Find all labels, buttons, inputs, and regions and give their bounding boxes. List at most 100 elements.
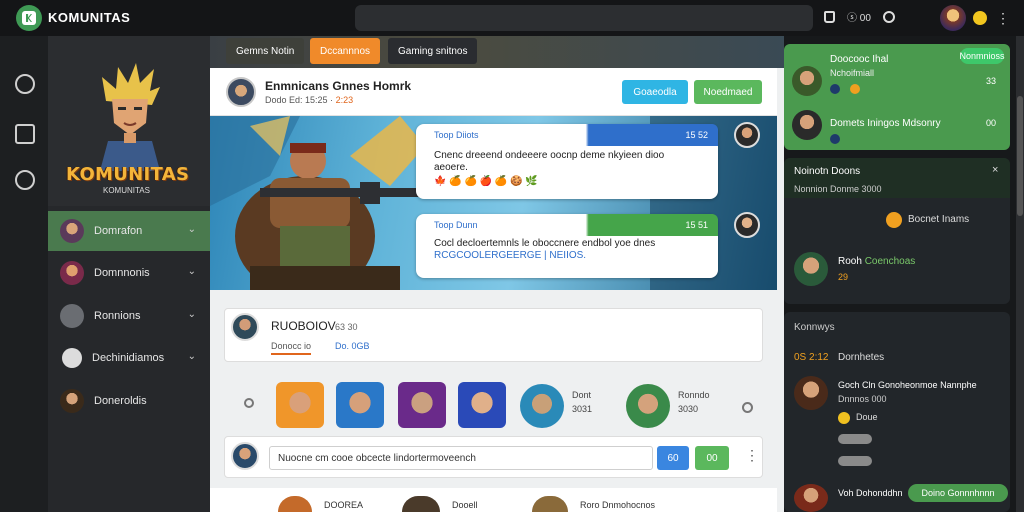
sidebar-item-3[interactable]: Ronnions ⌄ [48, 296, 210, 336]
join-button[interactable]: Goaeodla [622, 80, 688, 104]
chat-avatar[interactable] [734, 212, 760, 238]
sidebar-item-label: Domrafon [94, 225, 143, 237]
chat-message-header: Toop Dunn 15 51 [424, 214, 718, 236]
member-tile[interactable] [398, 382, 446, 428]
top-bar: KOMUNITAS ⓢ 00 ⋮ [0, 0, 1024, 36]
post-author-avatar[interactable] [226, 77, 256, 107]
feed-react-label: Doue [856, 412, 878, 422]
chat-message-1[interactable]: Toop Diiots 15 52 Cnenc dreeend ondeeere… [416, 124, 718, 199]
feed-time: 0S 2:12 [794, 352, 829, 363]
notification-subtitle: Nonnion Donme 3000 [794, 184, 882, 194]
coin-icon[interactable] [973, 11, 987, 25]
timer-icon[interactable] [742, 402, 753, 413]
member-count: 3030 [678, 404, 699, 414]
comment-box: Nuocne cm cooe obcecte lindortermoveench… [224, 436, 763, 478]
close-icon[interactable]: × [992, 164, 998, 176]
member-tile[interactable] [276, 382, 324, 428]
comment-send-button[interactable]: 60 [657, 446, 689, 470]
refresh-icon[interactable] [15, 170, 35, 190]
member-tile[interactable] [626, 384, 670, 428]
share-icon[interactable] [15, 124, 35, 144]
comment-input[interactable]: Nuocne cm cooe obcecte lindortermoveench [269, 446, 653, 470]
avatar[interactable] [532, 496, 568, 512]
member-count: 3031 [572, 404, 593, 414]
sidebar-item-2[interactable]: Domnnonis ⌄ [48, 253, 210, 293]
network-icon[interactable]: ⓢ 00 [847, 9, 871, 24]
scrollbar[interactable] [1016, 36, 1024, 512]
more-icon[interactable]: ⋮ [745, 447, 759, 464]
sidebar-item-4[interactable]: Dechinidiamos ⌄ [48, 338, 210, 378]
settings-icon[interactable] [882, 10, 895, 23]
event-row-label: Domets Iningos Mdsonry [830, 118, 941, 129]
follow-button[interactable]: Noedmaed [694, 80, 762, 104]
notification-count: 29 [838, 272, 849, 282]
feed-panel: Konnwys 0S 2:12 Dornhetes Goch Cln Gonoh… [784, 312, 1010, 512]
react-icons[interactable] [838, 456, 872, 466]
avatar[interactable] [231, 313, 259, 341]
comment-react-button[interactable]: 00 [695, 446, 729, 470]
shield-icon [62, 348, 82, 368]
compass-icon[interactable] [15, 74, 35, 94]
chevron-down-icon: ⌄ [187, 224, 196, 235]
tab-3[interactable]: Gaming snitnos [388, 38, 478, 64]
notification-name: Rooh Coenchoas [838, 256, 916, 267]
avatar [792, 66, 822, 96]
avatar[interactable] [402, 496, 440, 512]
event-card[interactable]: Doocooc Ihal Nchoifmiall Nonmnioss 33 Do… [784, 44, 1010, 150]
avatar [60, 389, 84, 413]
user-icon [830, 84, 840, 94]
hero-character-icon [100, 63, 160, 171]
tab-2[interactable]: Dccannnos [310, 38, 381, 64]
profile-meta: Donocc io [271, 341, 312, 355]
app-brand[interactable]: KOMUNITAS [48, 10, 130, 25]
member-tile[interactable] [458, 382, 506, 428]
hexagon-icon [60, 304, 84, 328]
feed-item-label[interactable]: Dooell [452, 500, 478, 510]
event-subtitle: Nchoifmiall [830, 68, 875, 78]
user-avatar[interactable] [940, 5, 966, 31]
chat-avatar[interactable] [734, 122, 760, 148]
tab-strip: Gemns Notin Dccannnos Gaming snitnos [210, 36, 784, 68]
avatar[interactable] [278, 496, 312, 512]
chevron-down-icon: ⌄ [187, 351, 196, 362]
app-logo-icon[interactable] [16, 5, 42, 31]
event-count: 33 [986, 76, 997, 86]
sidebar-item-1[interactable]: Domrafon ⌄ [48, 211, 210, 251]
sidebar-item-5[interactable]: Doneroldis [48, 381, 210, 421]
event-row-count: 00 [986, 118, 997, 128]
tab-1[interactable]: Gemns Notin [226, 38, 305, 64]
sidebar-item-label: Ronnions [94, 310, 141, 322]
member-tile[interactable] [520, 384, 564, 428]
post-author[interactable]: Enmnicans Gnnes Homrk [265, 79, 411, 93]
online-badge[interactable]: Nonmnioss [959, 48, 1005, 64]
feed-item-label[interactable]: DOOREA [324, 500, 363, 510]
feed-post-text: Voh Dohonddhn [838, 488, 903, 498]
chat-emoji-row: 🍁 🍊 🍊 🍎 🍊 🍪 🌿 [434, 176, 538, 187]
chevron-left-icon[interactable] [244, 398, 254, 408]
search-input[interactable] [355, 5, 813, 31]
chat-message-link[interactable]: RCGCOOLERGEERGE | NEIIOS. [434, 250, 586, 262]
avatar [792, 110, 822, 140]
post-header: Enmnicans Gnnes Homrk Dodo Ed: 15:25 · 2… [210, 68, 777, 116]
member-tile[interactable] [336, 382, 384, 428]
bell-icon[interactable] [824, 10, 835, 23]
feed-pill-button[interactable]: Doino Gonnnhnnn [908, 484, 1008, 502]
sidebar-item-label: Domnnonis [94, 267, 150, 279]
main-content: Gemns Notin Dccannnos Gaming snitnos Enm… [210, 36, 784, 512]
sidebar-item-label: Dechinidiamos [92, 352, 165, 364]
avatar [60, 219, 84, 243]
post-meta: Dodo Ed: 15:25 · 2:23 [265, 95, 354, 105]
notification-panel: Noinotn Doons Nonnion Donme 3000 × Bocne… [784, 158, 1010, 304]
badge-icon [850, 84, 860, 94]
feed-item-label[interactable]: Roro Dnmohocnos [580, 500, 655, 510]
chat-message-2[interactable]: Toop Dunn 15 51 Cocl decloertemnls le ob… [416, 214, 718, 278]
profile-name[interactable]: RUOBOIOV [271, 319, 336, 333]
badge-icon [886, 212, 902, 228]
emoji-icon[interactable] [838, 412, 850, 424]
notification-chip[interactable]: Bocnet Inams [908, 214, 969, 225]
chevron-down-icon: ⌄ [187, 309, 196, 320]
react-icons[interactable] [838, 434, 872, 444]
profile-card: RUOBOIOV 63 30 Donocc io Do. 0GB [224, 308, 763, 362]
feed-title: Konnwys [794, 322, 835, 333]
more-icon[interactable]: ⋮ [996, 10, 1010, 27]
